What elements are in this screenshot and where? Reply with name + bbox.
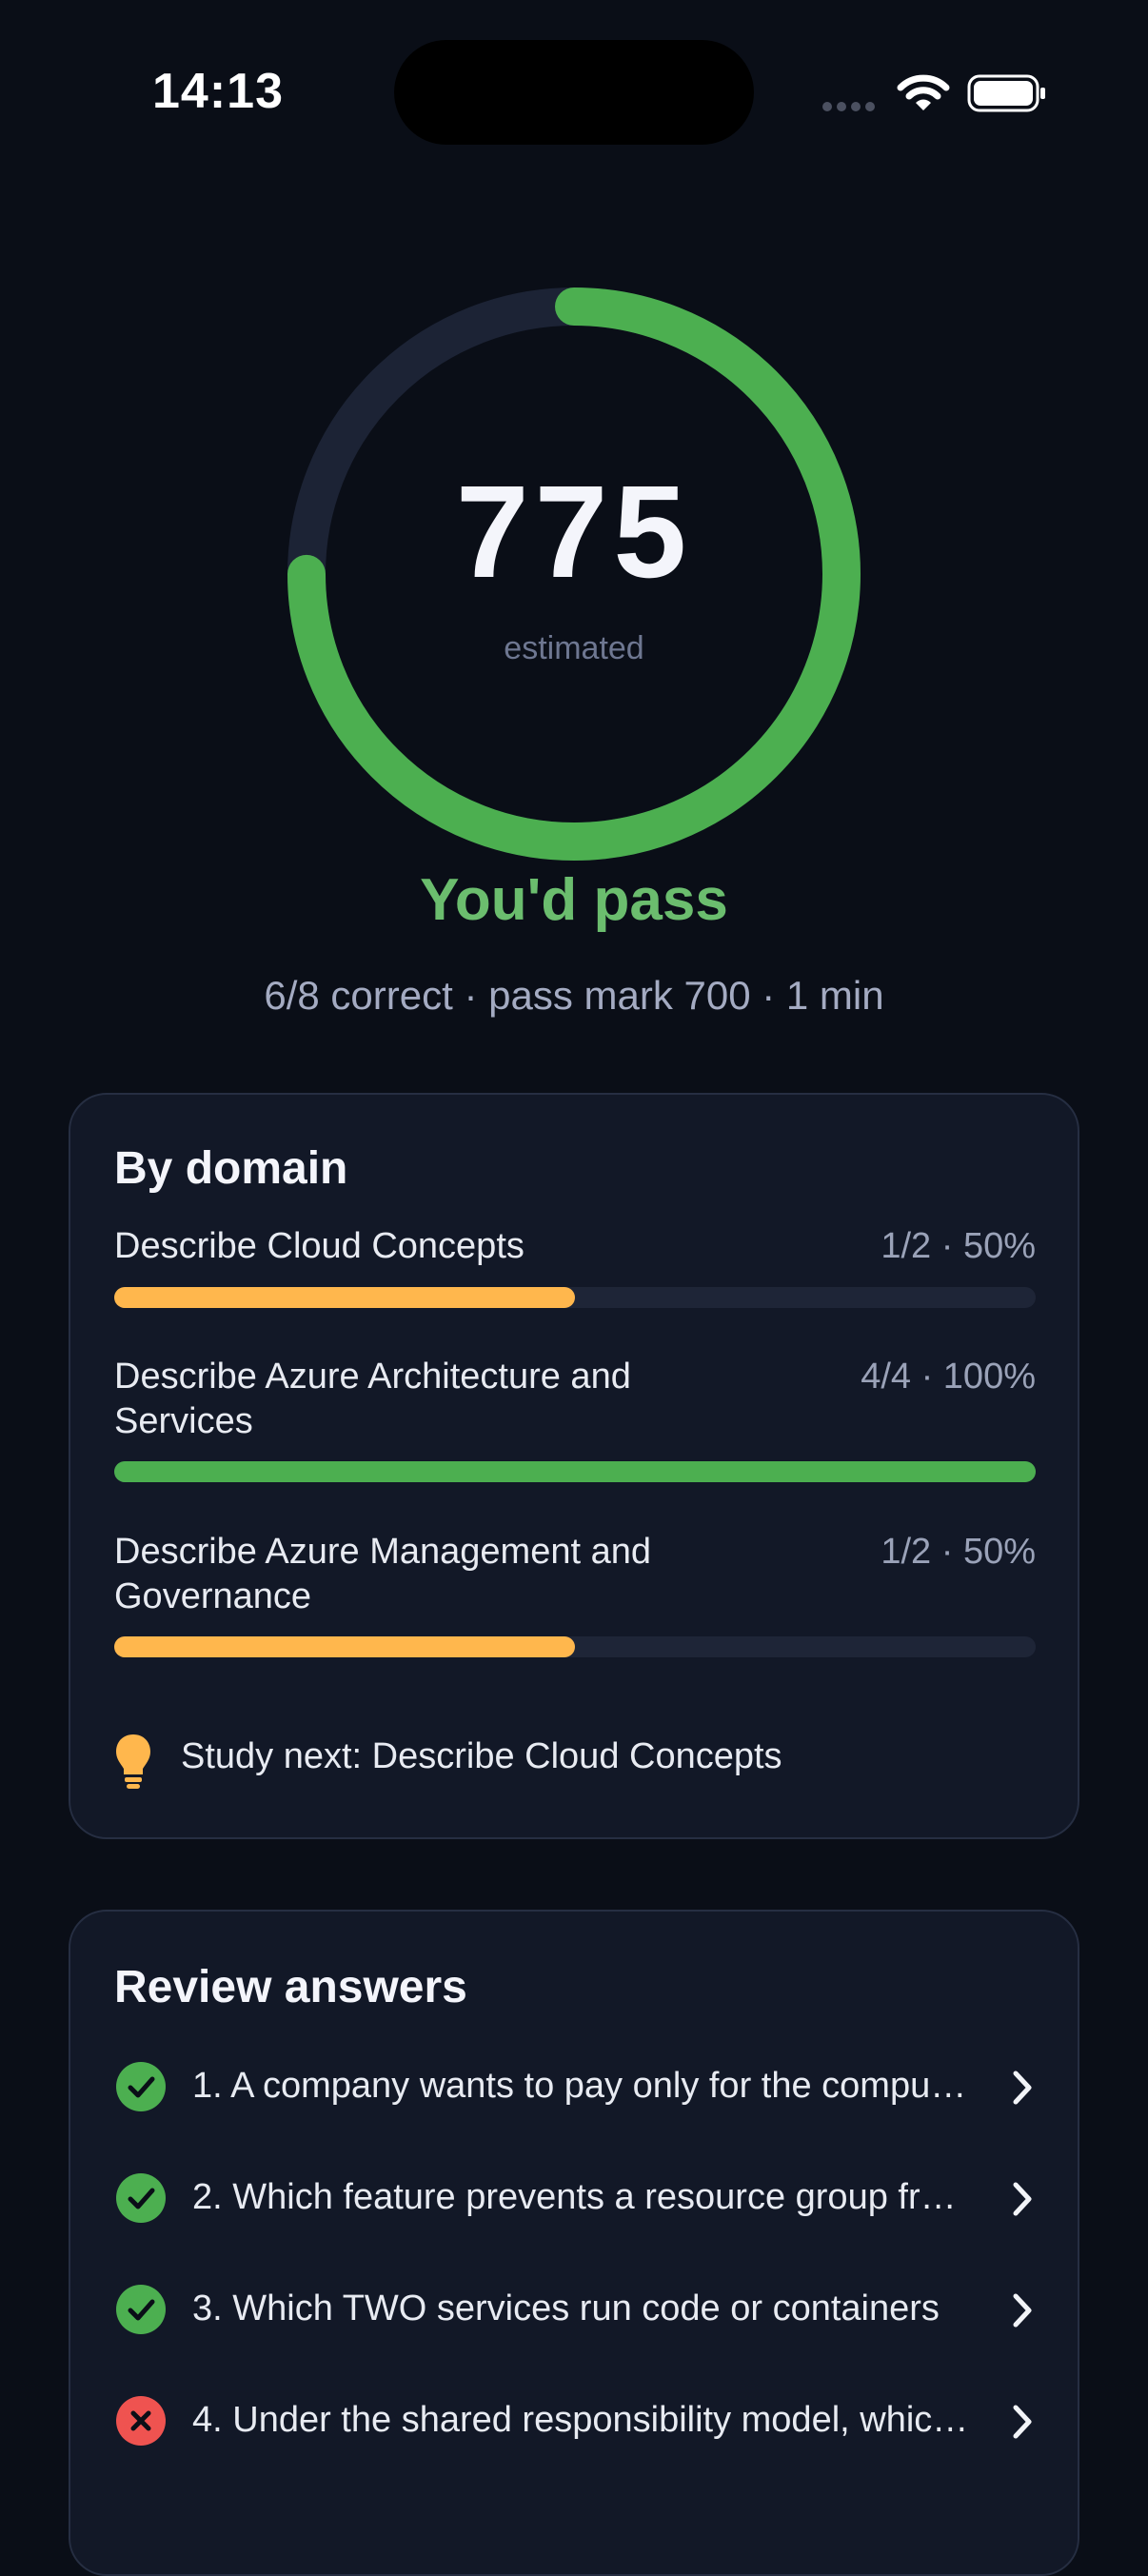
dynamic-island (394, 40, 754, 145)
domain-progress-fill (114, 1636, 575, 1657)
review-answers-card: Review answers 1. A company wants to pay… (69, 1910, 1079, 2576)
domain-progress-fill (114, 1287, 575, 1308)
review-question-text: 3. Which TWO services run code or contai… (192, 2289, 940, 2328)
review-card-title: Review answers (114, 1962, 467, 2012)
review-question-text: 1. A company wants to pay only for the c… (192, 2066, 973, 2106)
pass-verdict: You'd pass (420, 867, 728, 933)
domain-score: 1/2 · 50% (881, 1532, 1036, 1572)
domain-score: 4/4 · 100% (861, 1357, 1036, 1397)
chevron-right-icon (1013, 2293, 1032, 2328)
domain-name: Describe Azure Architecture and Services (114, 1357, 631, 1441)
correct-check-icon (116, 2062, 166, 2111)
review-item[interactable]: 2. Which feature prevents a resource gro… (114, 2170, 1036, 2227)
study-next-label: Study next: Describe Cloud Concepts (181, 1736, 782, 1776)
domain-progress-track (114, 1287, 1036, 1308)
lightbulb-icon (116, 1734, 150, 1789)
domain-card-title: By domain (114, 1143, 348, 1194)
chevron-right-icon (1013, 2071, 1032, 2105)
domain-name: Describe Azure Management and Governance (114, 1532, 651, 1616)
review-question-text: 2. Which feature prevents a resource gro… (192, 2177, 973, 2217)
wifi-icon (897, 74, 950, 110)
domain-name: Describe Cloud Concepts (114, 1226, 525, 1266)
incorrect-x-icon (116, 2396, 166, 2446)
review-item[interactable]: 1. A company wants to pay only for the c… (114, 2058, 1036, 2115)
score-value: 775 (455, 459, 693, 605)
review-question-text: 4. Under the shared responsibility model… (192, 2400, 973, 2440)
correct-check-icon (116, 2173, 166, 2223)
domain-score: 1/2 · 50% (881, 1226, 1036, 1266)
score-label: estimated (504, 630, 644, 666)
status-time: 14:13 (152, 64, 284, 119)
chevron-right-icon (1013, 2405, 1032, 2439)
domain-progress-fill (114, 1461, 1036, 1482)
cellular-signal-icon (822, 99, 880, 116)
review-item[interactable]: 4. Under the shared responsibility model… (114, 2392, 1036, 2449)
correct-check-icon (116, 2285, 166, 2334)
chevron-right-icon (1013, 2182, 1032, 2216)
review-item[interactable]: 3. Which TWO services run code or contai… (114, 2281, 1036, 2338)
domain-progress-track (114, 1636, 1036, 1657)
battery-icon (967, 74, 1045, 112)
domain-progress-track (114, 1461, 1036, 1482)
domain-breakdown-card: By domain Describe Cloud Concepts 1/2 · … (69, 1093, 1079, 1839)
result-summary: 6/8 correct · pass mark 700 · 1 min (264, 973, 884, 1018)
status-bar: 14:13 (0, 0, 1148, 181)
study-next-tip: Study next: Describe Cloud Concepts (114, 1731, 1036, 1797)
